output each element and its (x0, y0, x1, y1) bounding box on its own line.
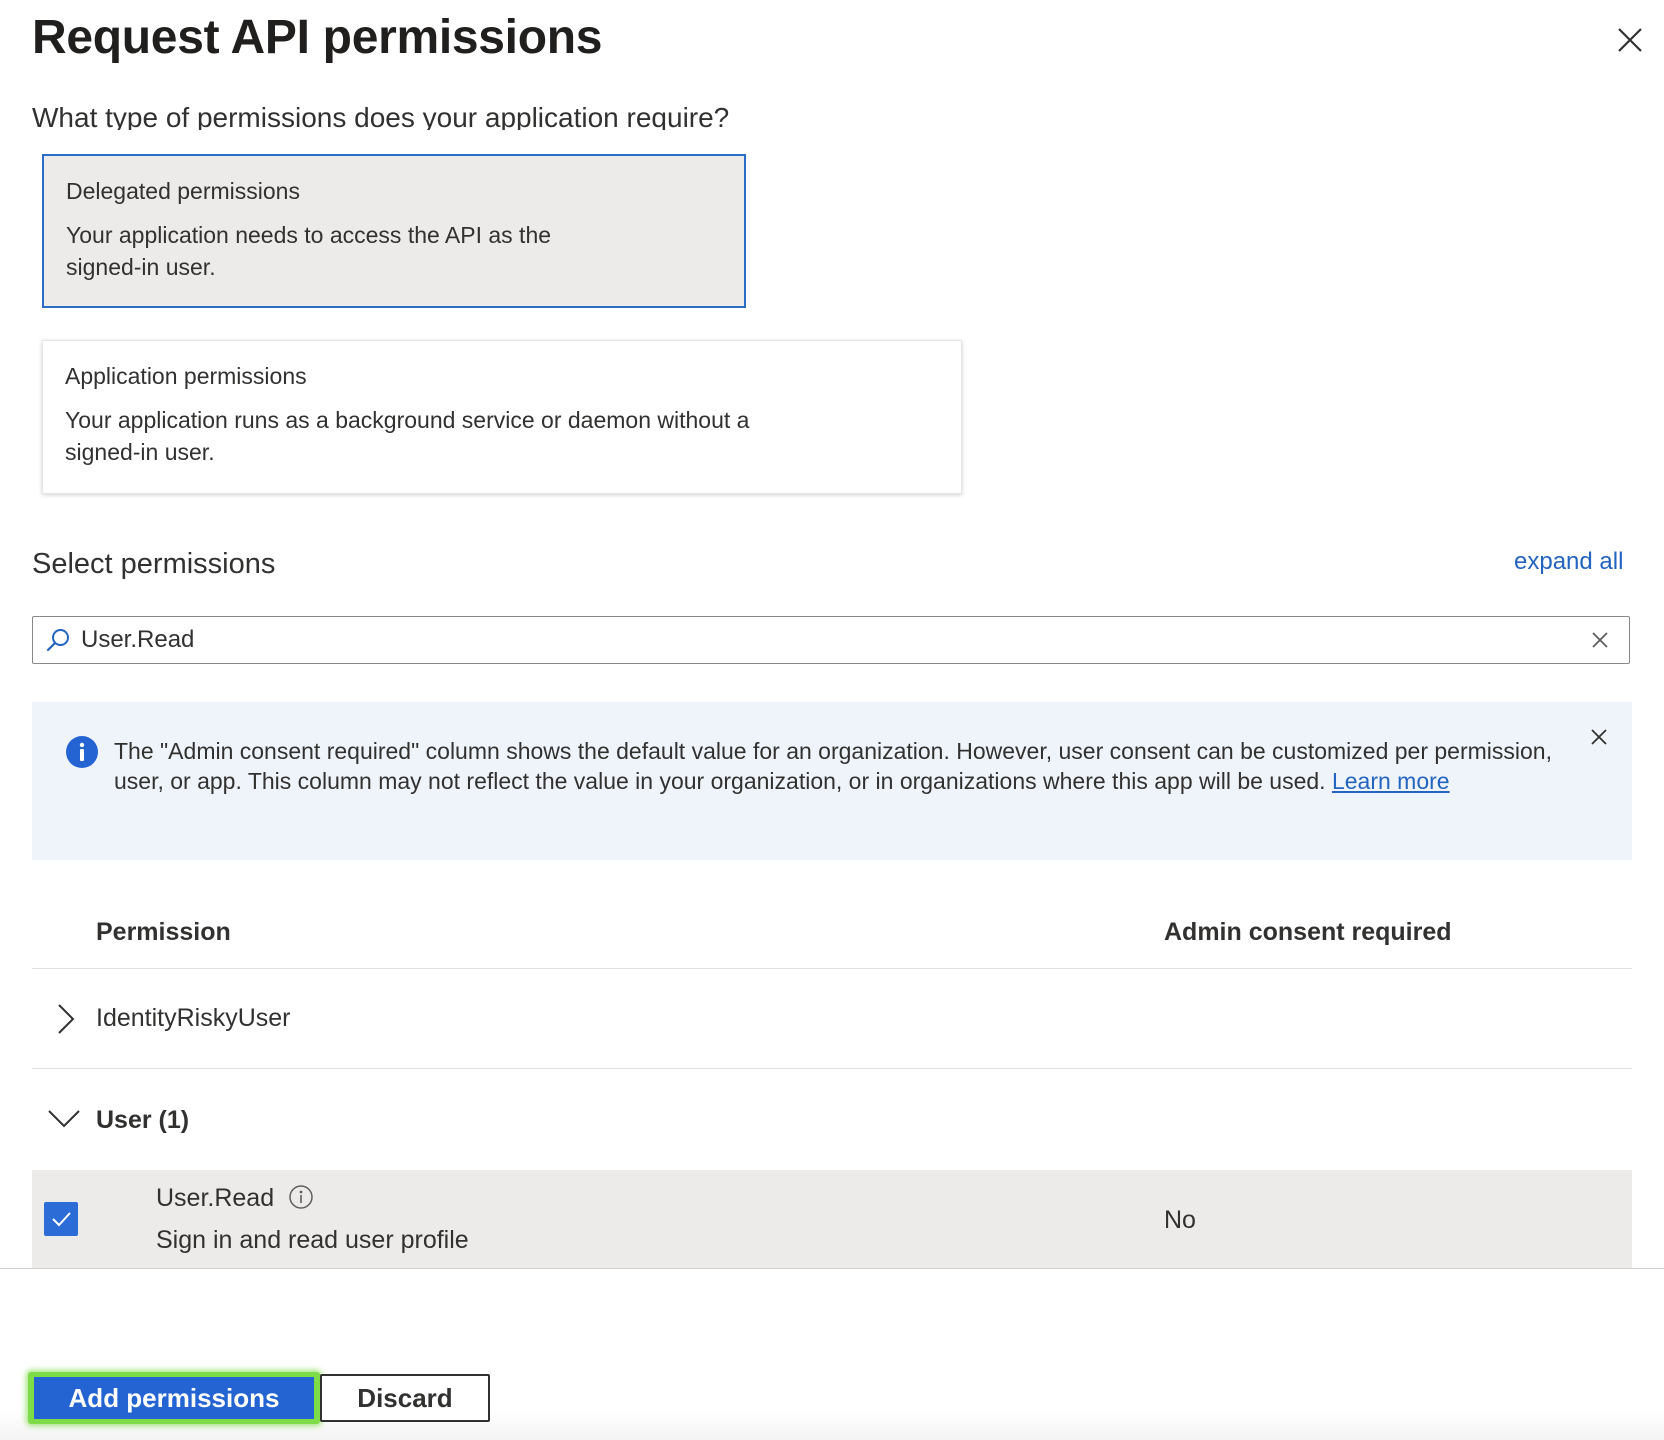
expand-all-link[interactable]: expand all (1514, 548, 1623, 576)
clear-icon[interactable] (1589, 629, 1611, 651)
application-permissions-description: Your application runs as a background se… (65, 407, 750, 465)
close-icon[interactable] (1588, 726, 1610, 748)
add-permissions-highlight: Add permissions (28, 1372, 320, 1424)
column-header-permission: Permission (96, 918, 231, 946)
group-row-user[interactable]: User (1) (32, 1070, 1632, 1170)
application-permissions-card[interactable]: Application permissions Your application… (42, 340, 962, 494)
info-circle-icon[interactable] (288, 1184, 314, 1210)
user-read-checkbox[interactable] (44, 1202, 78, 1236)
discard-button[interactable]: Discard (320, 1374, 490, 1422)
group-row-identityriskyuser[interactable]: IdentityRiskyUser (32, 970, 1632, 1068)
admin-consent-value: No (1164, 1206, 1196, 1234)
checkmark-icon (52, 1212, 71, 1227)
table-row[interactable]: User.Read Sign in and read user profile … (32, 1170, 1632, 1268)
chevron-down-icon[interactable] (46, 1106, 82, 1130)
group-label: IdentityRiskyUser (96, 1004, 291, 1032)
permission-type-question-clipped: What type of permissions does your appli… (32, 102, 730, 130)
column-header-admin-consent: Admin consent required (1164, 918, 1452, 946)
application-permissions-title: Application permissions (65, 363, 307, 389)
info-banner-text: The "Admin consent required" column show… (114, 738, 1552, 794)
learn-more-link[interactable]: Learn more (1332, 768, 1450, 794)
permission-name: User.Read (156, 1184, 275, 1212)
search-input[interactable] (81, 621, 1561, 659)
chevron-right-icon[interactable] (50, 1002, 80, 1036)
select-permissions-heading: Select permissions (32, 548, 276, 580)
divider (32, 1068, 1632, 1069)
divider (32, 968, 1632, 969)
info-banner: The "Admin consent required" column show… (32, 702, 1632, 860)
close-icon[interactable] (1612, 22, 1648, 58)
delegated-permissions-title: Delegated permissions (66, 178, 300, 204)
delegated-permissions-card[interactable]: Delegated permissions Your application n… (42, 154, 746, 308)
info-icon (66, 736, 98, 768)
permission-description: Sign in and read user profile (156, 1226, 469, 1254)
delegated-permissions-description: Your application needs to access the API… (66, 222, 552, 280)
page-title: Request API permissions (32, 11, 603, 64)
group-label: User (1) (96, 1106, 190, 1134)
add-permissions-button[interactable]: Add permissions (34, 1377, 314, 1419)
permission-search-box[interactable] (32, 616, 1630, 664)
search-icon (45, 627, 71, 653)
